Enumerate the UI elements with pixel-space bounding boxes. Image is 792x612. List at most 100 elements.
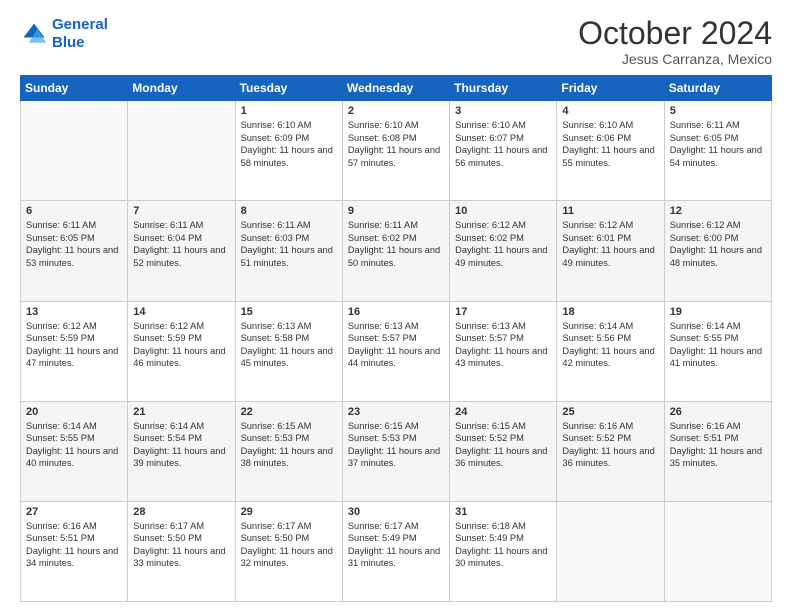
calendar-cell: 5Sunrise: 6:11 AM Sunset: 6:05 PM Daylig… [664, 101, 771, 201]
calendar-header: SundayMondayTuesdayWednesdayThursdayFrid… [21, 76, 772, 101]
day-number: 31 [455, 506, 551, 518]
calendar-cell [21, 101, 128, 201]
day-number: 15 [241, 306, 337, 318]
cell-content: Sunrise: 6:11 AM Sunset: 6:03 PM Dayligh… [241, 219, 337, 269]
calendar-cell: 25 Sunrise: 6:16 AM Sunset: 5:52 PM Dayli… [557, 401, 664, 501]
cell-content: Sunrise: 6:11 AM Sunset: 6:05 PM Dayligh… [26, 219, 122, 269]
title-section: October 2024 Jesus Carranza, Mexico [578, 16, 772, 67]
calendar-week-2: 13 Sunrise: 6:12 AM Sunset: 5:59 PM Dayli… [21, 301, 772, 401]
calendar-cell: 13 Sunrise: 6:12 AM Sunset: 5:59 PM Dayli… [21, 301, 128, 401]
day-header-thursday: Thursday [450, 76, 557, 101]
day-header-wednesday: Wednesday [342, 76, 449, 101]
calendar-body: 1 Sunrise: 6:10 AM Sunset: 6:09 PM Daylig… [21, 101, 772, 602]
day-number: 20 [26, 406, 122, 418]
cell-content: Sunrise: 6:14 AM Sunset: 5:54 PM Dayligh… [133, 420, 229, 470]
calendar-cell: 31 Sunrise: 6:18 AM Sunset: 5:49 PM Dayli… [450, 501, 557, 601]
calendar-cell: 10 Sunrise: 6:12 AM Sunset: 6:02 PM Dayli… [450, 201, 557, 301]
cell-content: Sunrise: 6:18 AM Sunset: 5:49 PM Dayligh… [455, 520, 551, 570]
logo: General Blue [20, 16, 108, 52]
day-header-monday: Monday [128, 76, 235, 101]
day-number: 18 [562, 306, 658, 318]
calendar-cell: 28 Sunrise: 6:17 AM Sunset: 5:50 PM Dayli… [128, 501, 235, 601]
cell-content: Sunrise: 6:14 AM Sunset: 5:55 PM Dayligh… [670, 320, 766, 370]
calendar-cell: 8 Sunrise: 6:11 AM Sunset: 6:03 PM Daylig… [235, 201, 342, 301]
calendar-cell: 30Sunrise: 6:17 AM Sunset: 5:49 PM Dayli… [342, 501, 449, 601]
calendar-cell: 27 Sunrise: 6:16 AM Sunset: 5:51 PM Dayli… [21, 501, 128, 601]
day-number: 12 [670, 205, 766, 217]
calendar-cell: 7Sunrise: 6:11 AM Sunset: 6:04 PM Daylig… [128, 201, 235, 301]
cell-content: Sunrise: 6:12 AM Sunset: 6:02 PM Dayligh… [455, 219, 551, 269]
cell-content: Sunrise: 6:14 AM Sunset: 5:55 PM Dayligh… [26, 420, 122, 470]
day-number: 4 [562, 105, 658, 117]
day-header-tuesday: Tuesday [235, 76, 342, 101]
page: General Blue October 2024 Jesus Carranza… [0, 0, 792, 612]
calendar-cell: 17 Sunrise: 6:13 AM Sunset: 5:57 PM Dayli… [450, 301, 557, 401]
day-header-friday: Friday [557, 76, 664, 101]
cell-content: Sunrise: 6:15 AM Sunset: 5:53 PM Dayligh… [348, 420, 444, 470]
cell-content: Sunrise: 6:12 AM Sunset: 5:59 PM Dayligh… [26, 320, 122, 370]
calendar-cell: 6 Sunrise: 6:11 AM Sunset: 6:05 PM Daylig… [21, 201, 128, 301]
calendar-cell: 23Sunrise: 6:15 AM Sunset: 5:53 PM Dayli… [342, 401, 449, 501]
logo-text: General Blue [52, 16, 108, 52]
calendar-cell: 12 Sunrise: 6:12 AM Sunset: 6:00 PM Dayli… [664, 201, 771, 301]
cell-content: Sunrise: 6:10 AM Sunset: 6:06 PM Dayligh… [562, 119, 658, 169]
day-number: 19 [670, 306, 766, 318]
cell-content: Sunrise: 6:15 AM Sunset: 5:53 PM Dayligh… [241, 420, 337, 470]
day-header-sunday: Sunday [21, 76, 128, 101]
calendar-cell [664, 501, 771, 601]
calendar-cell: 11 Sunrise: 6:12 AM Sunset: 6:01 PM Dayli… [557, 201, 664, 301]
cell-content: Sunrise: 6:11 AM Sunset: 6:02 PM Dayligh… [348, 219, 444, 269]
cell-content: Sunrise: 6:15 AM Sunset: 5:52 PM Dayligh… [455, 420, 551, 470]
cell-content: Sunrise: 6:12 AM Sunset: 6:00 PM Dayligh… [670, 219, 766, 269]
calendar-cell: 19 Sunrise: 6:14 AM Sunset: 5:55 PM Dayli… [664, 301, 771, 401]
day-number: 11 [562, 205, 658, 217]
day-header-saturday: Saturday [664, 76, 771, 101]
calendar-cell: 15 Sunrise: 6:13 AM Sunset: 5:58 PM Dayli… [235, 301, 342, 401]
day-number: 6 [26, 205, 122, 217]
cell-content: Sunrise: 6:11 AM Sunset: 6:04 PM Dayligh… [133, 219, 229, 269]
cell-content: Sunrise: 6:13 AM Sunset: 5:57 PM Dayligh… [455, 320, 551, 370]
calendar-cell: 2Sunrise: 6:10 AM Sunset: 6:08 PM Daylig… [342, 101, 449, 201]
day-number: 14 [133, 306, 229, 318]
calendar-cell [557, 501, 664, 601]
day-number: 10 [455, 205, 551, 217]
calendar-cell: 9Sunrise: 6:11 AM Sunset: 6:02 PM Daylig… [342, 201, 449, 301]
calendar-cell: 29Sunrise: 6:17 AM Sunset: 5:50 PM Dayli… [235, 501, 342, 601]
day-number: 8 [241, 205, 337, 217]
cell-content: Sunrise: 6:12 AM Sunset: 6:01 PM Dayligh… [562, 219, 658, 269]
calendar-week-3: 20 Sunrise: 6:14 AM Sunset: 5:55 PM Dayli… [21, 401, 772, 501]
cell-content: Sunrise: 6:10 AM Sunset: 6:09 PM Dayligh… [241, 119, 337, 169]
calendar-table: SundayMondayTuesdayWednesdayThursdayFrid… [20, 75, 772, 602]
day-number: 29 [241, 506, 337, 518]
calendar-cell: 20 Sunrise: 6:14 AM Sunset: 5:55 PM Dayli… [21, 401, 128, 501]
day-number: 3 [455, 105, 551, 117]
header-row: SundayMondayTuesdayWednesdayThursdayFrid… [21, 76, 772, 101]
main-title: October 2024 [578, 16, 772, 51]
day-number: 16 [348, 306, 444, 318]
cell-content: Sunrise: 6:17 AM Sunset: 5:50 PM Dayligh… [133, 520, 229, 570]
day-number: 21 [133, 406, 229, 418]
calendar-cell: 18Sunrise: 6:14 AM Sunset: 5:56 PM Dayli… [557, 301, 664, 401]
day-number: 13 [26, 306, 122, 318]
calendar-cell: 26Sunrise: 6:16 AM Sunset: 5:51 PM Dayli… [664, 401, 771, 501]
day-number: 5 [670, 105, 766, 117]
cell-content: Sunrise: 6:16 AM Sunset: 5:51 PM Dayligh… [670, 420, 766, 470]
calendar-cell: 4 Sunrise: 6:10 AM Sunset: 6:06 PM Daylig… [557, 101, 664, 201]
calendar-cell: 16Sunrise: 6:13 AM Sunset: 5:57 PM Dayli… [342, 301, 449, 401]
cell-content: Sunrise: 6:13 AM Sunset: 5:58 PM Dayligh… [241, 320, 337, 370]
day-number: 27 [26, 506, 122, 518]
cell-content: Sunrise: 6:10 AM Sunset: 6:08 PM Dayligh… [348, 119, 444, 169]
cell-content: Sunrise: 6:12 AM Sunset: 5:59 PM Dayligh… [133, 320, 229, 370]
day-number: 24 [455, 406, 551, 418]
subtitle: Jesus Carranza, Mexico [578, 51, 772, 67]
calendar-week-4: 27 Sunrise: 6:16 AM Sunset: 5:51 PM Dayli… [21, 501, 772, 601]
cell-content: Sunrise: 6:16 AM Sunset: 5:51 PM Dayligh… [26, 520, 122, 570]
day-number: 25 [562, 406, 658, 418]
day-number: 1 [241, 105, 337, 117]
day-number: 17 [455, 306, 551, 318]
day-number: 28 [133, 506, 229, 518]
day-number: 22 [241, 406, 337, 418]
calendar-week-0: 1 Sunrise: 6:10 AM Sunset: 6:09 PM Daylig… [21, 101, 772, 201]
cell-content: Sunrise: 6:16 AM Sunset: 5:52 PM Dayligh… [562, 420, 658, 470]
cell-content: Sunrise: 6:17 AM Sunset: 5:49 PM Dayligh… [348, 520, 444, 570]
